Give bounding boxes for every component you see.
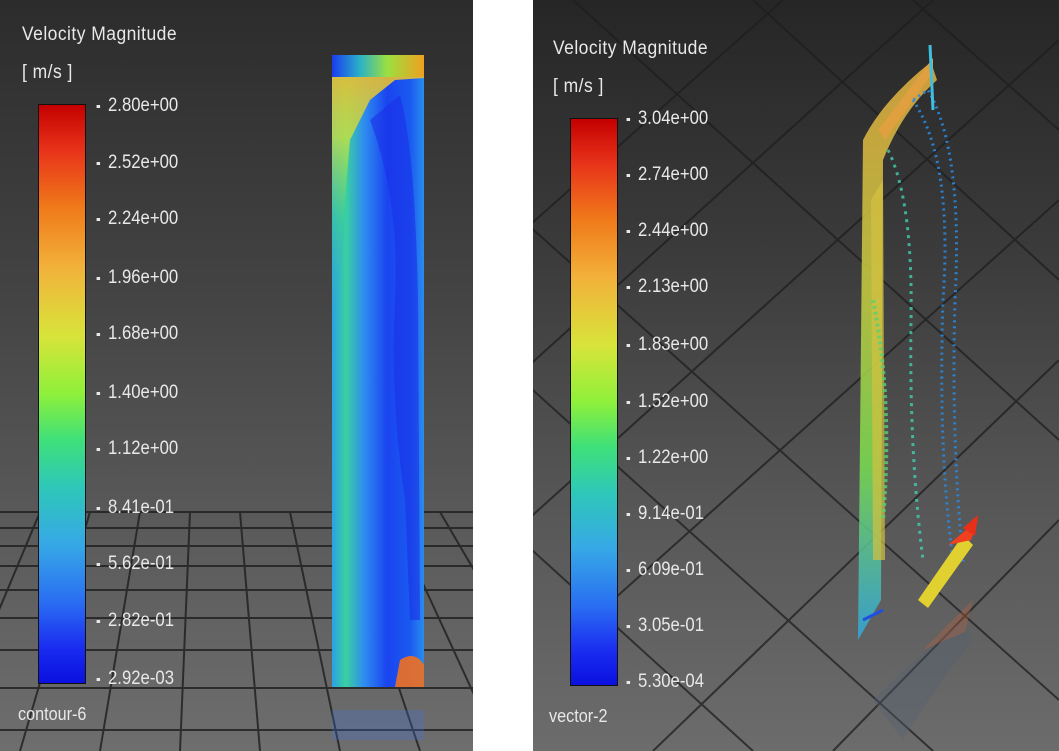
- legend-tick: 8.41e-01: [96, 497, 175, 518]
- legend-tick: 3.04e+00: [626, 108, 709, 129]
- legend-tick: 2.82e-01: [96, 610, 175, 631]
- legend-tick: 6.09e-01: [626, 559, 705, 580]
- legend-unit: [ m/s ]: [22, 62, 73, 83]
- legend-tick: 2.80e+00: [96, 95, 179, 116]
- legend-tick: 1.40e+00: [96, 382, 179, 403]
- legend-tick: 5.30e-04: [626, 671, 705, 692]
- legend-tick: 2.44e+00: [626, 220, 709, 241]
- legend-tick: 1.12e+00: [96, 438, 179, 459]
- colorbar: [38, 104, 86, 684]
- legend-tick: 5.62e-01: [96, 553, 175, 574]
- object-name-label: contour-6: [18, 704, 87, 724]
- legend-tick: 1.83e+00: [626, 334, 709, 355]
- legend-tick: 1.22e+00: [626, 447, 709, 468]
- vector-view-panel[interactable]: Velocity Magnitude [ m/s ] 3.04e+00 2.74…: [533, 0, 1059, 751]
- legend-tick: 2.52e+00: [96, 152, 179, 173]
- legend-tick: 2.13e+00: [626, 276, 709, 297]
- object-name-label: vector-2: [549, 706, 608, 726]
- legend-tick: 2.92e-03: [96, 668, 175, 689]
- legend-tick: 1.68e+00: [96, 323, 179, 344]
- vector-field: [858, 44, 978, 740]
- colorbar: [570, 118, 618, 686]
- legend-unit: [ m/s ]: [553, 76, 604, 97]
- contour-view-panel[interactable]: Velocity Magnitude [ m/s ] 2.80e+00 2.52…: [0, 0, 473, 751]
- legend-tick: 2.24e+00: [96, 208, 179, 229]
- legend-title: Velocity Magnitude: [22, 24, 178, 45]
- legend-tick: 2.74e+00: [626, 164, 709, 185]
- legend-tick: 1.96e+00: [96, 267, 179, 288]
- legend-tick: 3.05e-01: [626, 615, 705, 636]
- contour-reflection: [332, 710, 424, 740]
- legend-title: Velocity Magnitude: [553, 38, 709, 59]
- contour-top-band: [332, 55, 424, 77]
- legend-tick: 1.52e+00: [626, 391, 709, 412]
- legend-tick: 9.14e-01: [626, 503, 705, 524]
